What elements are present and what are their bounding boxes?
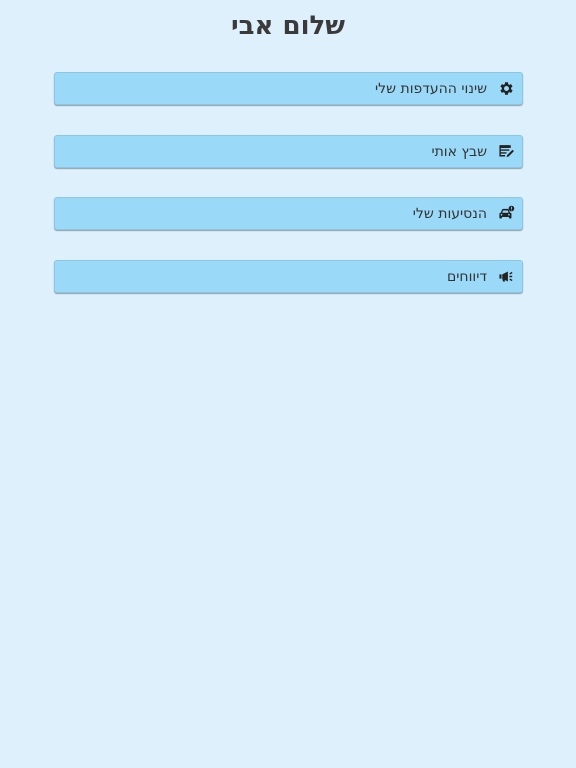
- page-title: שלום אבי: [231, 11, 345, 41]
- preferences-button[interactable]: שינוי ההעדפות שלי: [54, 72, 523, 105]
- gear-icon: [497, 80, 515, 98]
- assign-me-label: שבץ אותי: [431, 143, 487, 160]
- reports-button[interactable]: דיווחים: [54, 260, 523, 293]
- assign-me-button[interactable]: שבץ אותי: [54, 135, 523, 168]
- my-rides-button[interactable]: הנסיעות שלי: [54, 197, 523, 230]
- my-rides-label: הנסיעות שלי: [412, 205, 487, 222]
- megaphone-icon: [497, 268, 515, 286]
- preferences-label: שינוי ההעדפות שלי: [375, 80, 487, 97]
- reports-label: דיווחים: [447, 268, 487, 285]
- car-alert-icon: [497, 205, 515, 223]
- edit-note-icon: [497, 143, 515, 161]
